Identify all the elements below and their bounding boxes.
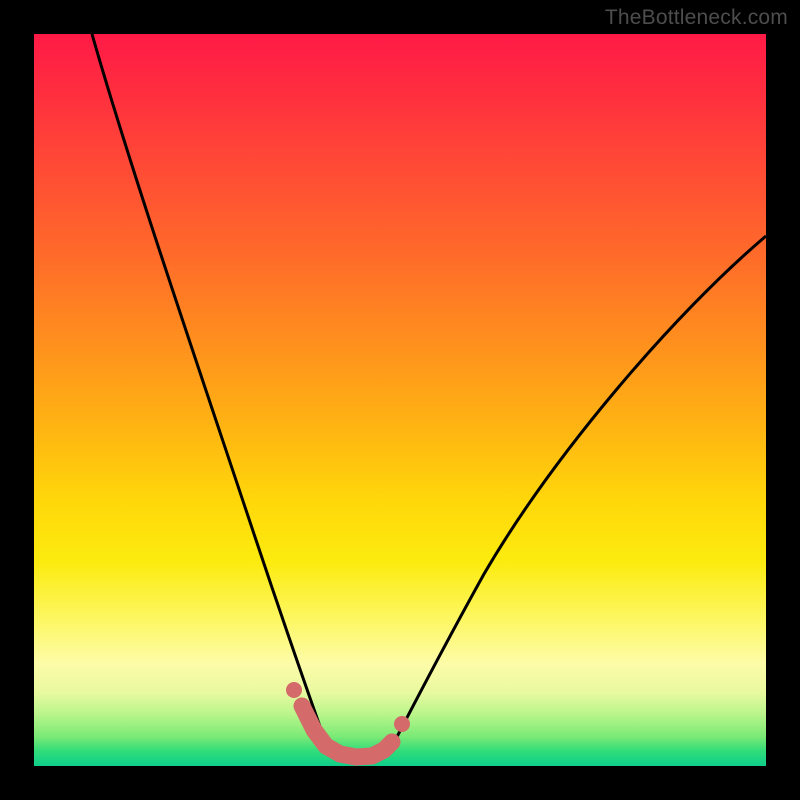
chart-frame: TheBottleneck.com	[0, 0, 800, 800]
left-curve	[92, 34, 329, 752]
watermark-text: TheBottleneck.com	[605, 6, 788, 30]
chart-svg	[34, 34, 766, 766]
trough-dot-right	[394, 716, 410, 732]
plot-area	[34, 34, 766, 766]
right-curve	[389, 236, 766, 752]
trough-dot-left	[286, 682, 302, 698]
